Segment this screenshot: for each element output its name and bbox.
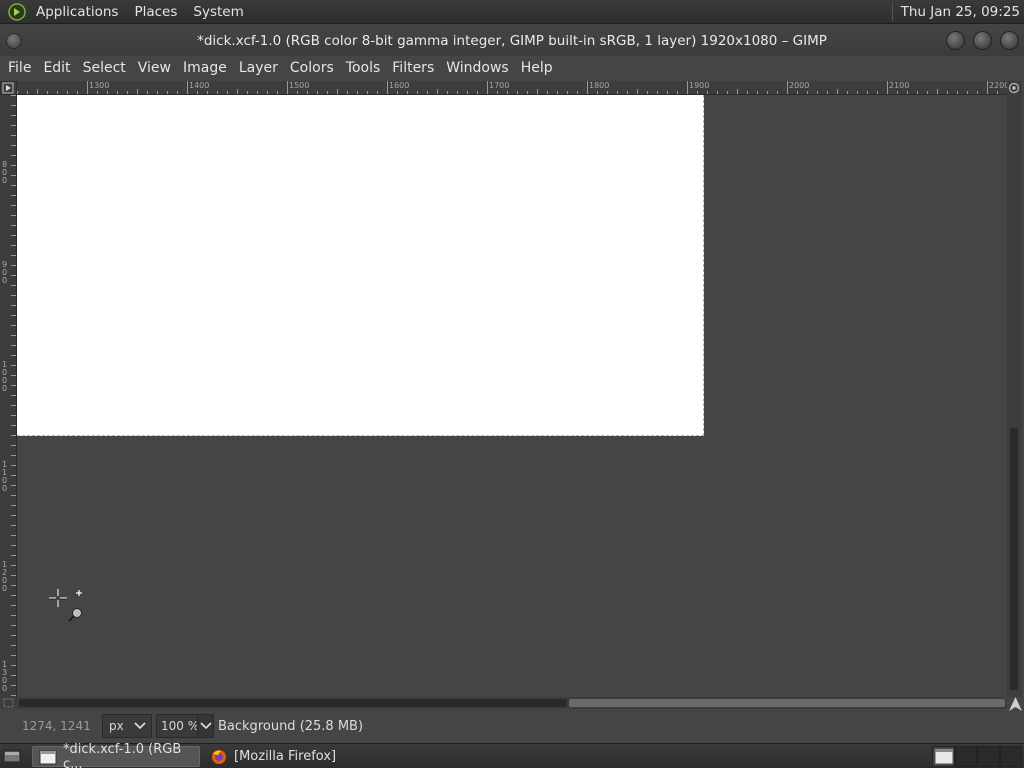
taskbar-item-label: [Mozilla Firefox] [234,749,337,764]
ruler-label: 800 [2,160,8,185]
zoom-value[interactable]: 100 % [161,719,199,733]
status-bar: 1274, 1241 px 100 % Background (25.8 MB) [0,711,1024,741]
unit-value: px [109,719,124,733]
pointer-coordinates: 1274, 1241 [22,719,91,733]
places-menu[interactable]: Places [126,4,185,20]
vertical-ruler[interactable]: 800 900 1000 1100 1200 1300 [0,95,17,697]
canvas-area[interactable] [17,95,1007,697]
horizontal-scrollbar[interactable] [17,697,1007,709]
applications-menu[interactable]: Applications [28,4,126,20]
menu-tools[interactable]: Tools [340,60,387,76]
horizontal-scrollbar-thumb[interactable] [569,699,1005,707]
top-system-panel: Applications Places System Thu Jan 25, 0… [0,0,1024,24]
ruler-label: 1800 [589,81,610,90]
show-desktop-icon[interactable] [2,747,22,766]
menu-colors[interactable]: Colors [284,60,340,76]
chevron-down-icon [133,718,147,734]
system-menu[interactable]: System [185,4,251,20]
taskbar-item-firefox[interactable]: [Mozilla Firefox] [204,746,370,767]
ruler-label: 1200 [2,560,8,593]
workspace-3[interactable] [977,746,1000,767]
menu-file[interactable]: File [2,60,37,76]
applications-logo-icon[interactable] [6,1,28,23]
horizontal-ruler[interactable]: 1300 1400 1500 1600 1700 1800 1900 2000 2100 2200 [17,81,1007,95]
zoom-selector[interactable]: 100 % [156,714,214,738]
ruler-label: 1000 [2,360,8,393]
menu-windows[interactable]: Windows [440,60,515,76]
unit-selector[interactable]: px [102,714,152,738]
workspace-1[interactable] [932,746,955,767]
quick-mask-toggle-button[interactable] [0,697,17,709]
ruler-label: 1300 [89,81,110,90]
panel-separator [891,3,893,21]
menu-select[interactable]: Select [77,60,132,76]
gimp-window-icon [39,749,57,765]
ruler-label: 2000 [789,81,810,90]
ruler-label: 1100 [2,460,8,493]
window-title: *dick.xcf-1.0 (RGB color 8-bit gamma int… [197,32,827,49]
bottom-taskbar: *dick.xcf-1.0 (RGB c... [Mozilla Firefox… [0,742,1024,768]
menu-image[interactable]: Image [177,60,233,76]
ruler-label: 1300 [2,660,8,693]
window-title-bar[interactable]: *dick.xcf-1.0 (RGB color 8-bit gamma int… [0,25,1024,56]
ruler-label: 1400 [189,81,210,90]
image-menu-arrow-button[interactable] [0,81,17,95]
chevron-down-icon[interactable] [197,715,213,737]
status-message: Background (25.8 MB) [218,718,364,734]
image-canvas[interactable] [17,95,704,436]
window-menu-button[interactable] [6,33,22,49]
panel-clock[interactable]: Thu Jan 25, 09:25 [901,4,1024,20]
vertical-scrollbar-thumb[interactable] [1010,428,1018,690]
ruler-label: 1600 [389,81,410,90]
menu-layer[interactable]: Layer [233,60,284,76]
taskbar-item-gimp[interactable]: *dick.xcf-1.0 (RGB c... [32,742,200,768]
ruler-label: 1900 [689,81,710,90]
menu-view[interactable]: View [132,60,177,76]
ruler-label: 2100 [889,81,910,90]
workspace-4[interactable] [999,746,1022,767]
ruler-label: 1500 [289,81,310,90]
crosshair-cursor-icon [48,589,92,629]
close-button[interactable] [1000,31,1019,50]
ruler-label: 900 [2,260,8,285]
menu-help[interactable]: Help [515,60,559,76]
ruler-label: 1700 [489,81,510,90]
maximize-button[interactable] [973,31,992,50]
ruler-label: 2200 [989,81,1007,90]
firefox-icon [210,749,228,765]
vertical-scrollbar[interactable] [1007,95,1022,697]
workspace-switcher [932,746,1022,767]
workspace-2[interactable] [954,746,977,767]
minimize-button[interactable] [946,31,965,50]
taskbar-item-label: *dick.xcf-1.0 (RGB c... [63,741,182,768]
gimp-menu-bar: File Edit Select View Image Layer Colors… [0,56,1024,80]
zoom-image-when-window-size-changes-button[interactable] [1007,81,1022,95]
menu-filters[interactable]: Filters [386,60,440,76]
horizontal-scrollbar-track[interactable] [19,699,567,707]
menu-edit[interactable]: Edit [37,60,76,76]
